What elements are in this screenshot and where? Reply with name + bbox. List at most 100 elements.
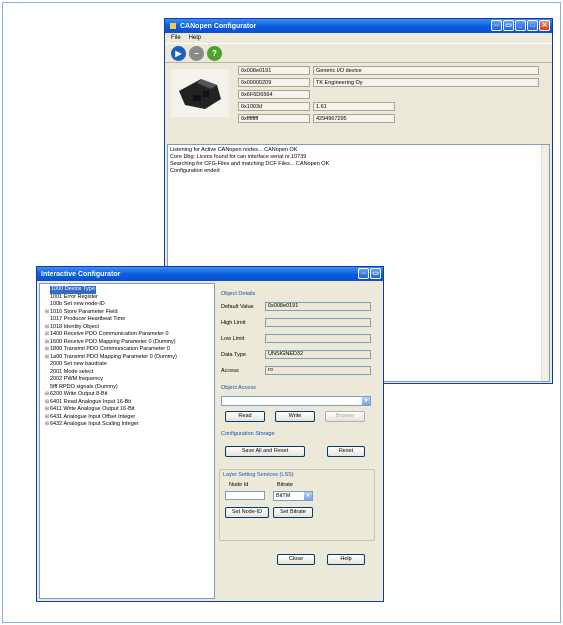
high-limit-label: High Limit: [221, 320, 246, 326]
tree-node-label: 1a00 Transmit PDO Mapping Parameter 0 (D…: [50, 353, 177, 360]
object-access-combo[interactable]: ▼: [221, 396, 371, 406]
version-field: 1.61: [313, 102, 395, 111]
tree-node[interactable]: 2002 PWM frequency: [44, 376, 214, 384]
tree-node-label: 100b Set new node-ID: [50, 301, 105, 307]
play-icon[interactable]: ▶: [171, 45, 186, 61]
browse-button[interactable]: Browse: [325, 411, 365, 422]
node-id-input[interactable]: [225, 491, 265, 500]
log-line: Listening for Active CANopen nodes... CA…: [170, 147, 298, 153]
canopen-window-title: CANopen Configurator: [180, 22, 257, 30]
tree-node-label: 6401 Read Analogue Input 16-Bit: [50, 398, 132, 405]
resize-icon[interactable]: ⇔: [358, 268, 369, 279]
tree-node[interactable]: ⊞ 1a00 Transmit PDO Mapping Parameter 0 (…: [44, 354, 214, 362]
minimize-button[interactable]: _: [515, 20, 526, 31]
close-button[interactable]: ✕: [539, 20, 550, 31]
chevron-down-icon[interactable]: ▼: [362, 397, 370, 405]
restore-icon[interactable]: ▭: [503, 20, 514, 31]
log-line: Searching for CFG-Files and matching DCF…: [170, 161, 330, 167]
bitrate-select[interactable]: BitTM ▼: [273, 491, 313, 501]
tree-node-label: 1018 Identity Object: [50, 323, 99, 330]
low-limit-field: [265, 334, 371, 343]
lss-group: [219, 469, 375, 541]
tree-node[interactable]: ⊞ 1400 Receive PDO Communication Paramete…: [44, 331, 214, 339]
chevron-down-icon[interactable]: ▼: [304, 492, 312, 500]
tree-node[interactable]: ⊞ 6432 Analogue Input Scaling Integer: [44, 421, 214, 429]
tree-node-label: 6200 Write Output 8-Bit: [50, 391, 108, 397]
interactive-configurator-window: Interactive Configurator ⇔ ▭ 1000 Device…: [36, 266, 384, 602]
write-button[interactable]: Write: [275, 411, 315, 422]
data-type-label: Data Type: [221, 352, 246, 358]
tree-node[interactable]: ⊞ 1018 Identity Object: [44, 324, 214, 332]
access-field: ro: [265, 366, 371, 375]
tree-node[interactable]: ⊞ 6200 Write Output 8-Bit: [44, 391, 214, 399]
log-line: Configuration ended: [170, 168, 220, 174]
resize-icon[interactable]: ⇔: [491, 20, 502, 31]
tree-node-label: 1001 Error Register: [50, 293, 98, 300]
product-code-field: 0x00000209: [238, 78, 310, 87]
default-value-label: Default Value: [221, 304, 254, 310]
access-label: Access: [221, 368, 239, 374]
menu-help[interactable]: Help: [189, 35, 201, 41]
serial-field: 0x1003d: [238, 102, 310, 111]
tree-node[interactable]: 1017 Producer Heartbeat Time: [44, 316, 214, 324]
tree-node[interactable]: ⊞ 6411 Write Analogue Output 16-Bit: [44, 406, 214, 414]
interactive-titlebar[interactable]: Interactive Configurator ⇔ ▭: [37, 267, 383, 281]
right-panel: Object Details Default Value 0x008e0191 …: [217, 283, 383, 599]
vendor-id-field: 0x008e0191: [238, 66, 310, 75]
reset-button[interactable]: Reset: [327, 446, 365, 457]
tree-node[interactable]: ⊞ 1600 Receive PDO Mapping Parameter 0 (D…: [44, 339, 214, 347]
tree-node[interactable]: ⊞ 1010 Store Parameter Field: [44, 309, 214, 317]
configuration-storage-title: Configuration Storage: [221, 431, 275, 437]
mask-field: 0xffffffff: [238, 114, 310, 123]
low-limit-label: Low Limit: [221, 336, 245, 342]
tree-node-label: 2002 PWM frequency: [50, 376, 103, 382]
save-all-and-reset-button[interactable]: Save All and Reset: [225, 446, 305, 457]
tree-node[interactable]: 2000 Set new baudrate: [44, 361, 214, 369]
object-access-title: Object Access: [221, 385, 256, 391]
help-button[interactable]: Help: [327, 554, 365, 565]
canopen-titlebar[interactable]: CANopen Configurator ⇔ ▭ _ □ ✕: [165, 19, 552, 33]
tree-node-label: 1600 Receive PDO Mapping Parameter 0 (Du…: [50, 338, 176, 345]
object-details-title: Object Details: [221, 291, 256, 297]
tree-node-label: 1400 Receive PDO Communication Parameter…: [50, 331, 169, 337]
menu-file[interactable]: File: [171, 35, 181, 41]
tree-node-label: 1017 Producer Heartbeat Time: [50, 316, 126, 322]
high-limit-field: [265, 318, 371, 327]
help-icon[interactable]: ?: [207, 45, 222, 61]
tree-node[interactable]: 1000 Device Type: [44, 286, 214, 294]
restore-icon[interactable]: ▭: [370, 268, 381, 279]
toolbar: ▶ − ?: [165, 43, 552, 63]
set-bitrate-button[interactable]: Set Bitrate: [273, 507, 313, 518]
maximize-button[interactable]: □: [527, 20, 538, 31]
stop-icon[interactable]: −: [189, 45, 204, 61]
device-info-area: 0x008e0191 0x00000209 0x6F6D6564 0x1003d…: [165, 63, 552, 133]
app-icon: [170, 23, 176, 29]
tree-node[interactable]: 2001 Mode select: [44, 369, 214, 377]
tree-node[interactable]: ⊞ 1800 Transmit PDO Communication Paramet…: [44, 346, 214, 354]
tree-node-label: 1800 Transmit PDO Communication Paramete…: [50, 346, 170, 352]
set-node-id-button[interactable]: Set Node-ID: [225, 507, 269, 518]
tree-node-label: 1000 Device Type: [50, 286, 96, 294]
lss-title: Layer Setting Services (LSS): [223, 472, 294, 478]
close-dialog-button[interactable]: Close: [277, 554, 315, 565]
tree-node[interactable]: ⊞ 6401 Read Analogue Input 16-Bit: [44, 399, 214, 407]
max-value-field: 4294967295: [313, 114, 395, 123]
revision-field: 0x6F6D6564: [238, 90, 310, 99]
object-tree[interactable]: 1000 Device Type 1001 Error Register 100b …: [39, 283, 215, 599]
log-scrollbar[interactable]: [541, 145, 549, 381]
tree-node[interactable]: ⊞ 6431 Analogue Input Offset Integer: [44, 414, 214, 422]
tree-node-label: 6411 Write Analogue Output 16-Bit: [50, 406, 135, 412]
tree-node[interactable]: 100b Set new node-ID: [44, 301, 214, 309]
tree-node-label: 1010 Store Parameter Field: [50, 308, 118, 315]
tree-node-label: 6431 Analogue Input Offset Integer: [50, 413, 136, 420]
interactive-window-title: Interactive Configurator: [41, 270, 121, 278]
tree-node[interactable]: 5fff RPDO signals (Dummy): [44, 384, 214, 392]
tree-node[interactable]: 1001 Error Register: [44, 294, 214, 302]
tree-node-label: 5fff RPDO signals (Dummy): [50, 383, 118, 390]
read-button[interactable]: Read: [225, 411, 265, 422]
menubar: File Help: [165, 33, 552, 43]
tree-node-label: 2000 Set new baudrate: [50, 361, 107, 367]
tree-node-label: 2001 Mode select: [50, 368, 94, 375]
node-id-label: Node Id: [229, 482, 249, 488]
bitrate-label: Bitrate: [277, 482, 293, 488]
